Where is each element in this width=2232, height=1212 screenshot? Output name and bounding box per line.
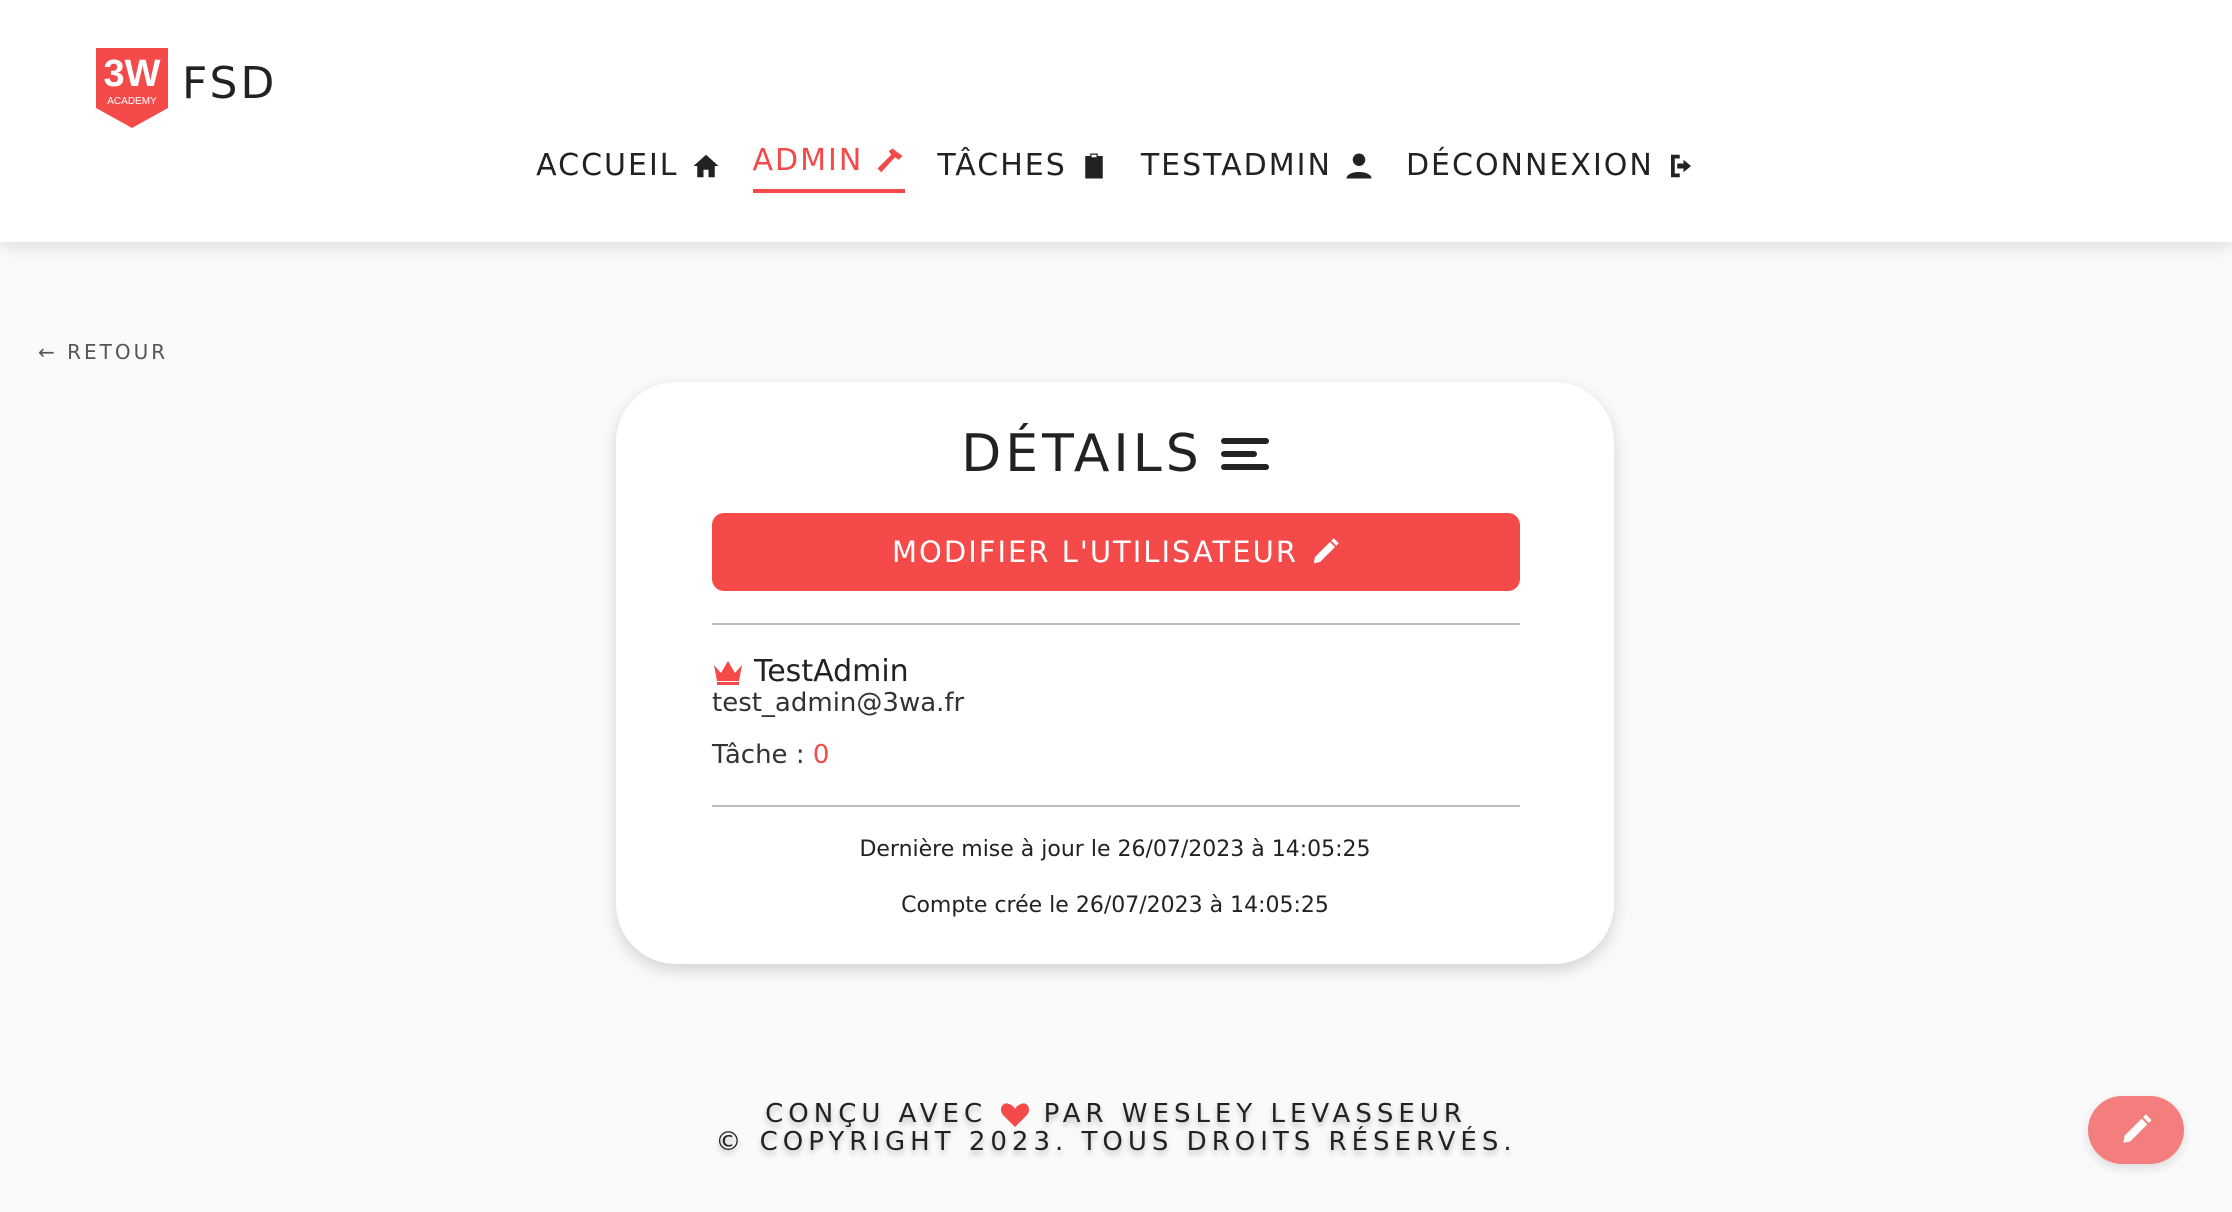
back-link[interactable]: ← RETOUR (38, 340, 168, 364)
nav-item-accueil[interactable]: ACCUEIL (536, 148, 720, 193)
footer-credit: CONÇU AVEC PAR WESLEY LEVASSEUR (765, 1099, 1467, 1129)
user-details-card: DÉTAILS MODIFIER L'UTILISATEUR TestAdmin… (616, 382, 1614, 964)
task-count-value: 0 (812, 740, 830, 770)
floating-edit-button[interactable] (2088, 1096, 2184, 1164)
user-email: test_admin@3wa.fr (712, 688, 965, 718)
task-count-label: Tâche : (712, 740, 805, 770)
hammer-icon (877, 148, 903, 172)
menu-icon (1220, 438, 1269, 470)
nav-item-admin[interactable]: ADMIN (752, 142, 906, 193)
created-text: Compte crée le 26/07/2023 à 14:05:25 (901, 893, 1329, 918)
nav-item-label: ACCUEIL (536, 148, 679, 183)
pencil-icon (2123, 1114, 2152, 1143)
card-title: DÉTAILS (616, 424, 1614, 484)
divider (712, 805, 1520, 807)
svg-text:ACADEMY: ACADEMY (107, 96, 157, 107)
svg-text:3W: 3W (104, 53, 161, 95)
task-count: Tâche : 0 (712, 740, 829, 770)
nav-item-label: ADMIN (752, 143, 864, 178)
heart-icon (1001, 1102, 1030, 1127)
crown-icon (714, 660, 742, 685)
last-update-text: Dernière mise à jour le 26/07/2023 à 14:… (859, 837, 1371, 862)
nav-item-label: TESTADMIN (1140, 148, 1332, 183)
nav-item-label: TÂCHES (937, 148, 1067, 183)
user-name: TestAdmin (712, 654, 909, 689)
clipboard-icon (1085, 153, 1103, 178)
3w-academy-logo[interactable]: 3W ACADEMY (96, 48, 168, 128)
nav-item-taches[interactable]: TÂCHES (937, 148, 1109, 193)
home-icon (693, 154, 719, 177)
user-name-text: TestAdmin (754, 654, 909, 689)
card-title-text: DÉTAILS (961, 424, 1203, 484)
nav-item-testadmin[interactable]: TESTADMIN (1141, 148, 1374, 193)
logout-icon (1670, 154, 1691, 177)
nav-item-label: DÉCONNEXION (1405, 148, 1654, 183)
site-footer: CONÇU AVEC PAR WESLEY LEVASSEUR © COPYRI… (0, 1100, 2232, 1156)
brand-name: FSD (182, 58, 278, 109)
footer-copyright: © COPYRIGHT 2023. TOUS DROITS RÉSERVÉS. (715, 1127, 1517, 1157)
edit-user-button[interactable]: MODIFIER L'UTILISATEUR (712, 513, 1520, 591)
edit-user-button-label: MODIFIER L'UTILISATEUR (892, 535, 1298, 569)
pencil-icon (1313, 538, 1339, 564)
main-nav: ACCUEIL ADMIN TÂCHES TESTADMIN DÉCONNEXI… (0, 143, 2232, 193)
nav-item-deconnexion[interactable]: DÉCONNEXION (1406, 148, 1696, 193)
user-icon (1346, 153, 1372, 178)
site-header: 3W ACADEMY FSD ACCUEIL ADMIN TÂCHES TEST… (0, 0, 2232, 242)
divider (712, 623, 1520, 625)
back-link-label: ← RETOUR (38, 340, 169, 364)
